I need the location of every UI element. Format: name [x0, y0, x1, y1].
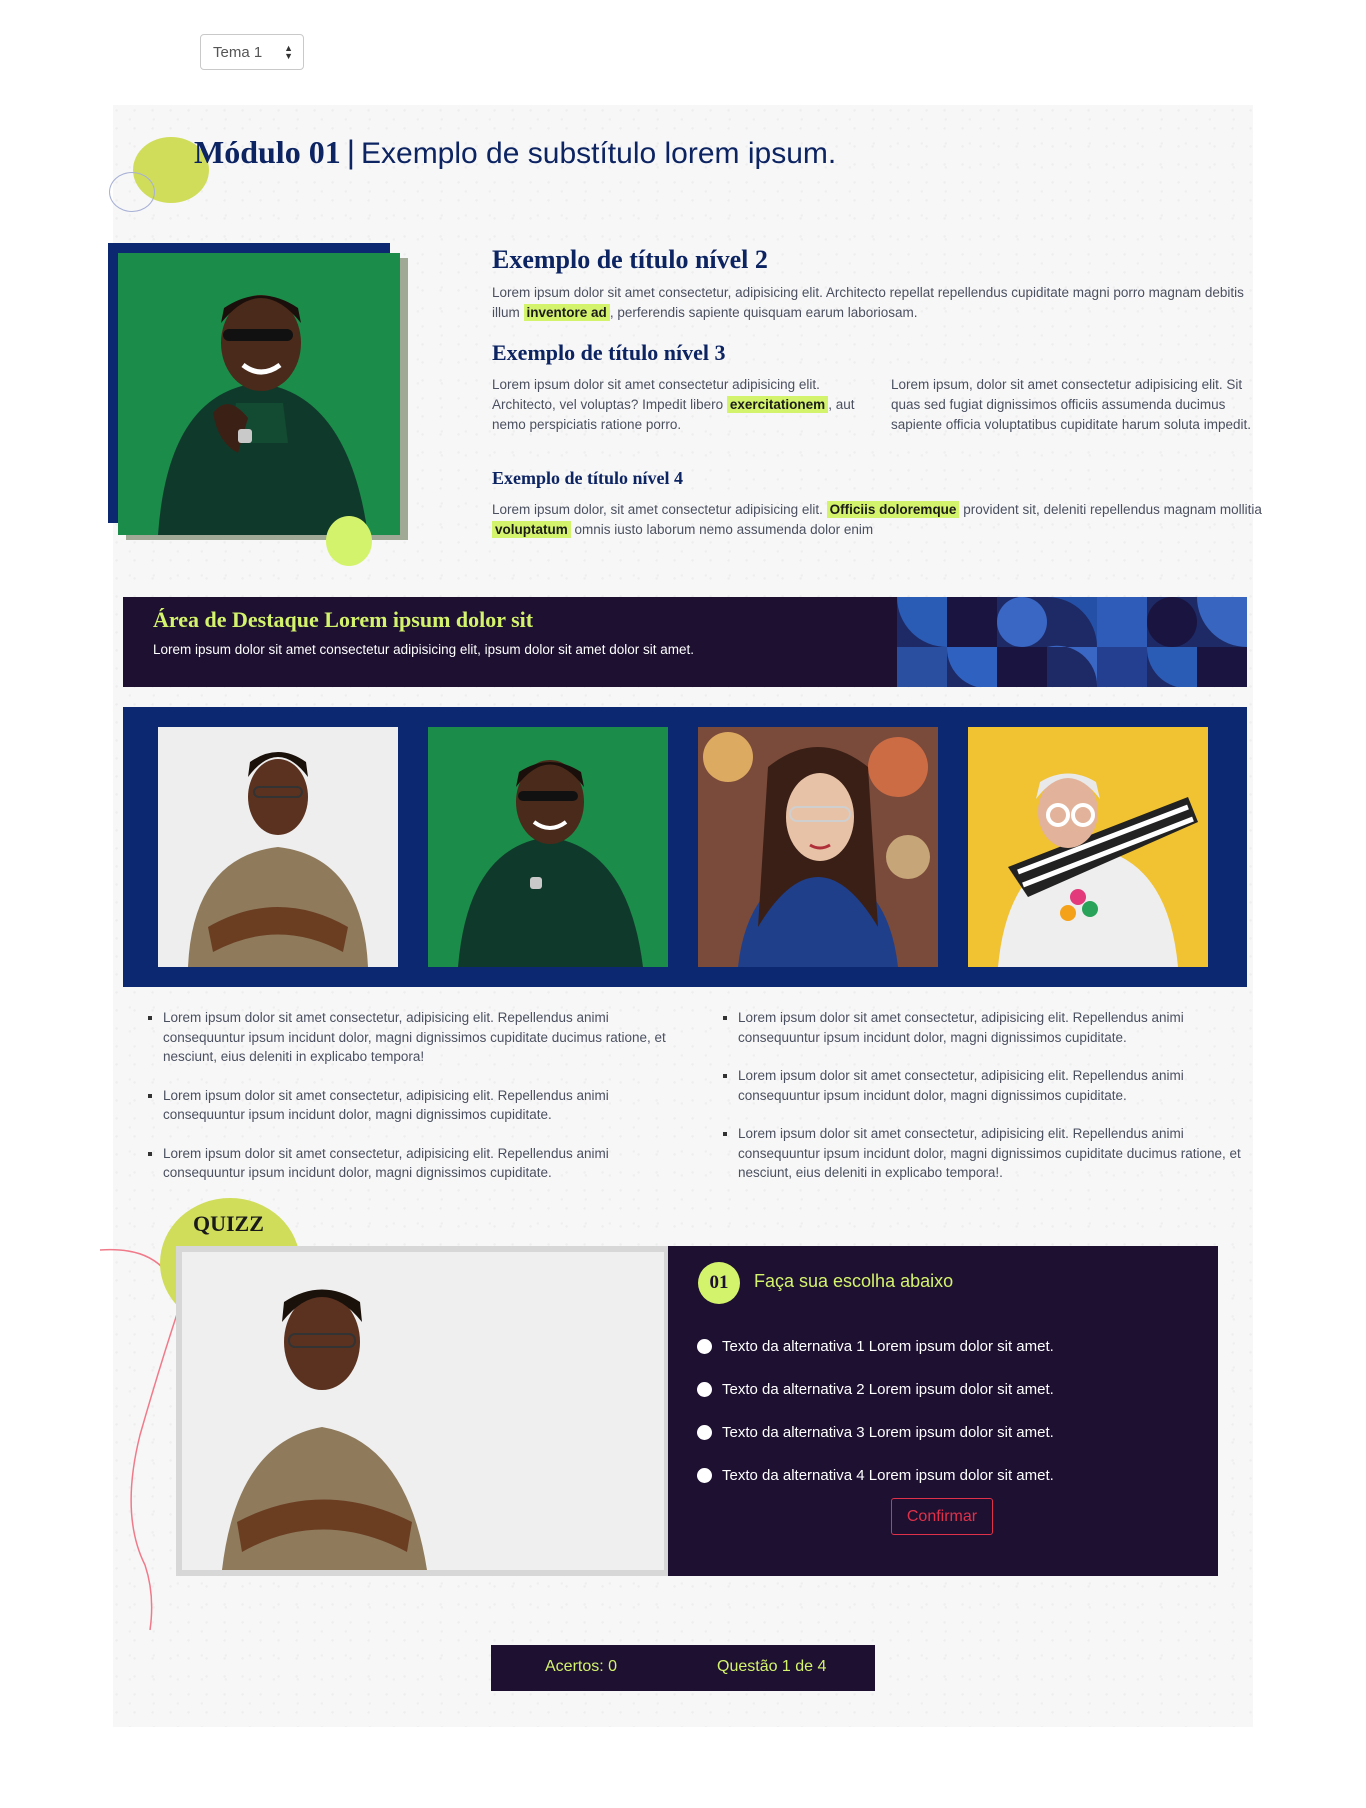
person-photo-icon: [428, 727, 668, 967]
decorative-dot: [326, 516, 372, 566]
confirm-button[interactable]: Confirmar: [891, 1498, 993, 1535]
option-label: Texto da alternativa 4 Lorem ipsum dolor…: [722, 1467, 1054, 1484]
paragraph-text: provident sit, deleniti repellendus magn…: [963, 502, 1262, 517]
option-label: Texto da alternativa 2 Lorem ipsum dolor…: [722, 1381, 1054, 1398]
radio-button[interactable]: [697, 1382, 712, 1397]
title-separator: |: [346, 134, 355, 170]
option-label: Texto da alternativa 1 Lorem ipsum dolor…: [722, 1338, 1054, 1355]
list-item: Lorem ipsum dolor sit amet consectetur, …: [723, 1066, 1243, 1105]
quiz-photo-frame: [176, 1246, 670, 1576]
hits-counter: Acertos: 0: [545, 1658, 618, 1675]
person-photo-icon: [118, 253, 400, 535]
heading-level-3: Exemplo de título nível 3: [492, 340, 726, 365]
question-title: Faça sua escolha abaixo: [754, 1271, 954, 1291]
highlight-text: inventore ad: [523, 304, 610, 321]
radio-button[interactable]: [697, 1468, 712, 1483]
gallery-photo-1: [158, 727, 398, 967]
radio-button[interactable]: [697, 1425, 712, 1440]
quiz-label: QUIZZ: [193, 1211, 264, 1236]
question-number-badge: 01: [698, 1262, 740, 1304]
hero-photo: [118, 253, 400, 535]
list-item: Lorem ipsum dolor sit amet consectetur, …: [148, 1086, 668, 1125]
highlight-text: voluptatum: [492, 521, 571, 538]
highlight-text: Officiis doloremque: [826, 501, 960, 518]
page-title: Módulo 01 | Exemplo de substítulo lorem ip…: [194, 134, 836, 171]
bullet-list-left: Lorem ipsum dolor sit amet consectetur, …: [148, 1008, 668, 1202]
gallery-photo-2: [428, 727, 668, 967]
highlight-text: Lorem ipsum dolor sit amet consectetur a…: [153, 642, 694, 657]
person-photo-icon: [698, 727, 938, 967]
list-item: Lorem ipsum dolor sit amet consectetur, …: [723, 1008, 1243, 1047]
quiz-option-4[interactable]: Texto da alternativa 4 Lorem ipsum dolor…: [697, 1467, 1054, 1484]
select-arrows-icon: ▲ ▼: [284, 43, 293, 61]
gallery-photo-3: [698, 727, 938, 967]
paragraph-level-3-left: Lorem ipsum dolor sit amet consectetur a…: [492, 375, 862, 435]
module-subtitle: Exemplo de substítulo lorem ipsum.: [361, 137, 837, 170]
quiz-panel: 01 Faça sua escolha abaixo Texto da alte…: [668, 1246, 1218, 1576]
paragraph-text: , perferendis sapiente quisquam earum la…: [609, 305, 918, 320]
theme-select-value: Tema 1: [213, 43, 263, 61]
module-label: Módulo 01: [194, 134, 341, 170]
quiz-option-1[interactable]: Texto da alternativa 1 Lorem ipsum dolor…: [697, 1338, 1054, 1355]
highlight-text: exercitationem: [726, 396, 829, 413]
gallery-photo-4: [968, 727, 1208, 967]
paragraph-level-4: Lorem ipsum dolor, sit amet consectetur …: [492, 500, 1262, 540]
list-item: Lorem ipsum dolor sit amet consectetur, …: [148, 1008, 668, 1067]
geometric-pattern-icon: [897, 597, 1247, 687]
paragraph-text: omnis iusto laborum nemo assumenda dolor…: [574, 522, 874, 537]
theme-select[interactable]: Tema 1 ▲ ▼: [200, 34, 304, 70]
paragraph-text: Lorem ipsum dolor, sit amet consectetur …: [492, 502, 823, 517]
option-label: Texto da alternativa 3 Lorem ipsum dolor…: [722, 1424, 1054, 1441]
heading-level-2: Exemplo de título nível 2: [492, 245, 768, 274]
heading-level-4: Exemplo de título nível 4: [492, 468, 684, 488]
list-item: Lorem ipsum dolor sit amet consectetur, …: [148, 1144, 668, 1183]
question-progress: Questão 1 de 4: [717, 1658, 827, 1675]
score-bar: Acertos: 0 Questão 1 de 4: [491, 1645, 875, 1691]
paragraph-level-3-right: Lorem ipsum, dolor sit amet consectetur …: [891, 377, 1251, 432]
quiz-option-3[interactable]: Texto da alternativa 3 Lorem ipsum dolor…: [697, 1424, 1054, 1441]
quiz-option-2[interactable]: Texto da alternativa 2 Lorem ipsum dolor…: [697, 1381, 1054, 1398]
list-item: Lorem ipsum dolor sit amet consectetur, …: [723, 1124, 1243, 1183]
quiz-photo: [182, 1252, 664, 1570]
photo-gallery: [123, 707, 1247, 987]
decorative-ring: [109, 172, 155, 212]
highlight-title: Área de Destaque Lorem ipsum dolor sit: [153, 607, 534, 632]
person-photo-icon: [158, 727, 398, 967]
person-photo-icon: [968, 727, 1208, 967]
bullet-list-right: Lorem ipsum dolor sit amet consectetur, …: [723, 1008, 1243, 1202]
radio-button[interactable]: [697, 1339, 712, 1354]
paragraph-level-2: Lorem ipsum dolor sit amet consectetur, …: [492, 283, 1262, 323]
person-photo-icon: [182, 1252, 664, 1570]
highlight-banner: Área de Destaque Lorem ipsum dolor sit L…: [123, 597, 1247, 687]
